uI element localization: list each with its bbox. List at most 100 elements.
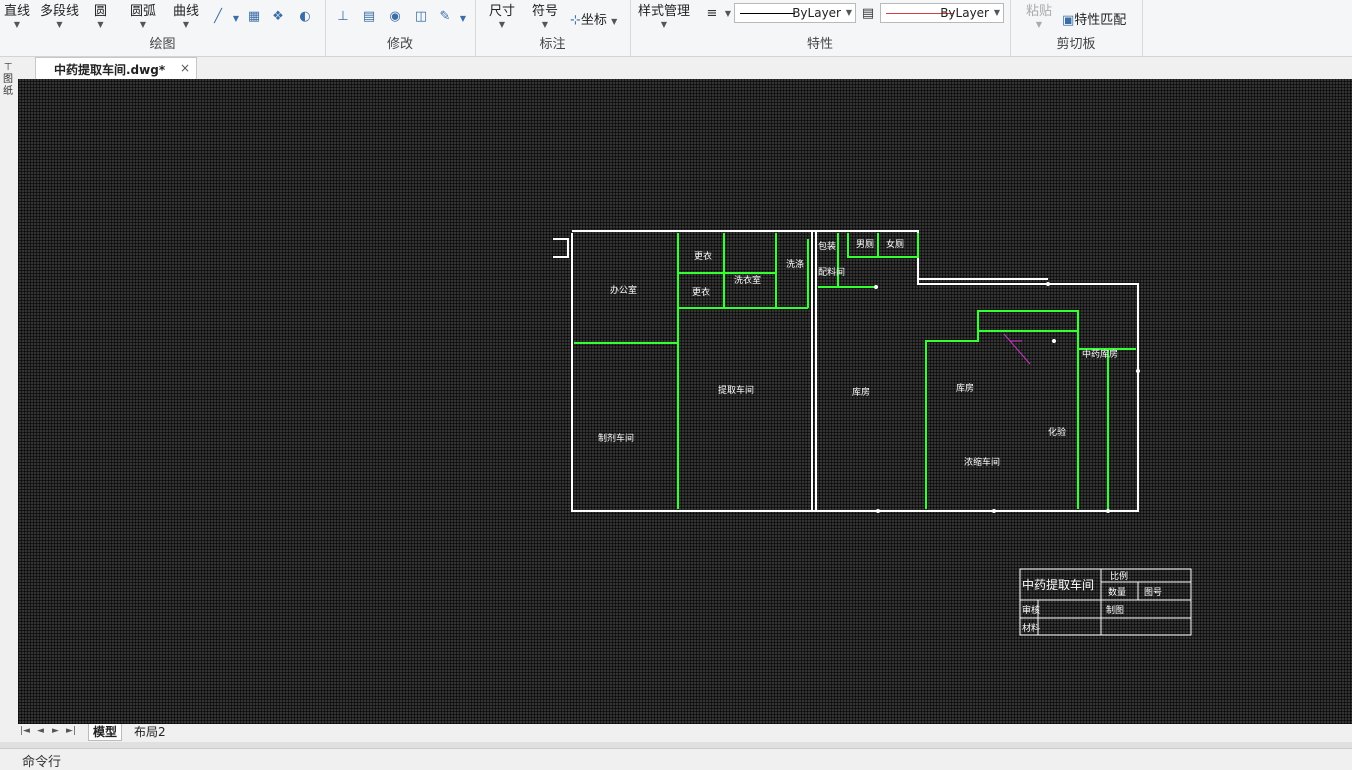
title-block-cell: 制图 [1106,604,1124,616]
room-label: 办公室 [610,284,637,296]
symbol-button[interactable]: 符号 ▼ [532,0,558,29]
door-marker [1106,509,1110,513]
dropdown-arrow-icon[interactable]: ▼ [228,12,244,26]
room-label: 包装 [818,240,836,252]
room-label: 库房 [956,382,974,394]
door-marker [1136,369,1140,373]
room-labels: 办公室 更衣 更衣 洗衣室 洗涤 提取车间 制剂车间 库房 包装 配料间 男厕 … [598,238,1118,468]
draw-group-label: 绘图 [149,37,176,52]
coordinate-button[interactable]: ⊹坐标 ▼ [570,9,617,28]
wall-line [553,238,569,258]
linetype-value: ByLayer [792,6,841,20]
last-tab-icon[interactable]: ►| [66,726,76,736]
room-label: 洗衣室 [734,274,761,286]
room-label: 库房 [852,386,870,398]
modify-group: ⊥ ▤ ◉ ◫ ✎ ▼ 修改 [325,0,476,56]
linetype-swatch [740,13,795,14]
close-icon[interactable]: × [180,61,190,75]
door-markers [874,282,1140,513]
brush-icon: ▣ [1062,13,1075,28]
document-tab-title: 中药提取车间.dwg* [54,63,166,77]
match-properties-button[interactable]: ▣特性匹配 [1062,9,1126,28]
lineweight-dropdown[interactable]: ByLayer ▼ [880,3,1004,23]
line-button[interactable]: 直线 ▼ [4,0,30,29]
door-marker [1046,282,1050,286]
room-label: 配料间 [818,266,845,278]
title-block-cell: 审核 [1022,604,1040,616]
title-block-title: 中药提取车间 [1022,577,1094,592]
tab-model[interactable]: 模型 [88,724,123,741]
next-tab-icon[interactable]: ► [52,726,59,736]
move-icon[interactable]: ⊥ [335,10,351,24]
room-label: 制剂车间 [598,432,634,444]
room-label: 浓缩车间 [964,456,1000,468]
chevron-down-icon: ▼ [993,8,1000,17]
linetype-list-icon[interactable]: ≡ [704,7,720,21]
partitions [574,233,1136,509]
arc-button[interactable]: 圆弧 ▼ [130,0,156,29]
style-manager-button[interactable]: 样式管理 ▼ [638,0,690,29]
ribbon: 直线 ▼ 多段线 ▼ 圆 ▼ 圆弧 ▼ 曲线 ▼ ╱ ▼ ▦ ❖ ◐ 绘图 ⊥ ▤ ◉ ◫… [0,0,1352,57]
document-tab-strip: 中药提取车间.dwg* × [0,57,1352,79]
draw-group: 直线 ▼ 多段线 ▼ 圆 ▼ 圆弧 ▼ 曲线 ▼ ╱ ▼ ▦ ❖ ◐ 绘图 [0,0,326,56]
command-line[interactable]: 命令行 [0,748,1352,770]
floor-plan: 办公室 更衣 更衣 洗衣室 洗涤 提取车间 制剂车间 库房 包装 配料间 男厕 … [553,230,1192,636]
mirror-icon[interactable]: ◫ [413,10,429,24]
room-label: 更衣 [694,250,712,262]
properties-group: 样式管理 ▼ ≡ ▼ ByLayer ▼ ▤ ByLayer ▼ 特性 [630,0,1011,56]
region-icon[interactable]: ◐ [297,10,313,24]
copy-icon[interactable]: ▤ [361,10,377,24]
annotate-group-label: 标注 [539,37,566,52]
dimension-button[interactable]: 尺寸 ▼ [489,0,515,29]
tab-layout2[interactable]: 布局2 [130,724,170,740]
marker-line [1003,333,1031,365]
door-marker [876,509,880,513]
room-label: 中药库房 [1082,348,1118,360]
room-label: 提取车间 [718,384,754,396]
drawing-canvas[interactable]: 办公室 更衣 更衣 洗衣室 洗涤 提取车间 制剂车间 库房 包装 配料间 男厕 … [18,79,1352,724]
clipboard-group-label: 剪切板 [1056,37,1096,52]
properties-group-label: 特性 [806,37,833,52]
door-marker [1052,339,1056,343]
polyline-button[interactable]: 多段线 ▼ [40,0,79,29]
clipboard-group: 粘贴 ▼ ▣特性匹配 剪切板 [1010,0,1143,56]
lineweight-icon[interactable]: ▤ [860,7,876,21]
door-marker [874,285,878,289]
room-label: 男厕 [856,239,874,250]
curve-button[interactable]: 曲线 ▼ [173,0,199,29]
rotate-icon[interactable]: ◉ [387,10,403,24]
layout-tab-bar: |◄ ◄ ► ►| 模型 布局2 [0,724,1352,742]
room-label: 化验 [1048,426,1066,438]
first-tab-icon[interactable]: |◄ [20,726,30,736]
prev-tab-icon[interactable]: ◄ [37,726,44,736]
annotate-group: 尺寸 ▼ 符号 ▼ ⊹坐标 ▼ 标注 [475,0,631,56]
side-panel-label: 图纸 [3,74,13,97]
side-panel-strip[interactable]: ⊤ 图纸 [0,62,16,112]
command-line-label: 命令行 [22,755,62,770]
linetype-dropdown[interactable]: ByLayer ▼ [734,3,856,23]
chevron-down-icon: ▼ [845,8,852,17]
title-block-cell: 比例 [1110,570,1128,582]
edit-icon[interactable]: ✎ [437,10,453,24]
wall-outline [571,230,1139,512]
hatch-icon[interactable]: ❖ [270,10,286,24]
title-block-cell: 数量 [1108,586,1126,598]
circle-button[interactable]: 圆 ▼ [94,0,107,29]
coordinate-icon: ⊹ [570,13,581,28]
room-label: 更衣 [692,286,710,298]
room-label: 女厕 [886,238,904,250]
xline-icon[interactable]: ╱ [210,10,226,24]
rectangle-icon[interactable]: ▦ [246,10,262,24]
title-block-cell: 图号 [1144,587,1162,598]
title-block-cell: 材料 [1022,622,1040,634]
lineweight-value: ByLayer [940,6,989,20]
pin-icon: ⊤ [3,62,13,73]
modify-group-label: 修改 [386,37,413,52]
document-tab[interactable]: 中药提取车间.dwg* × [35,57,197,79]
dropdown-arrow-icon[interactable]: ▼ [455,12,471,26]
room-label: 洗涤 [786,258,804,270]
door-marker [992,509,996,513]
outer-walls [553,230,1139,512]
magenta-marker [1003,333,1031,365]
paste-button[interactable]: 粘贴 ▼ [1026,0,1052,29]
